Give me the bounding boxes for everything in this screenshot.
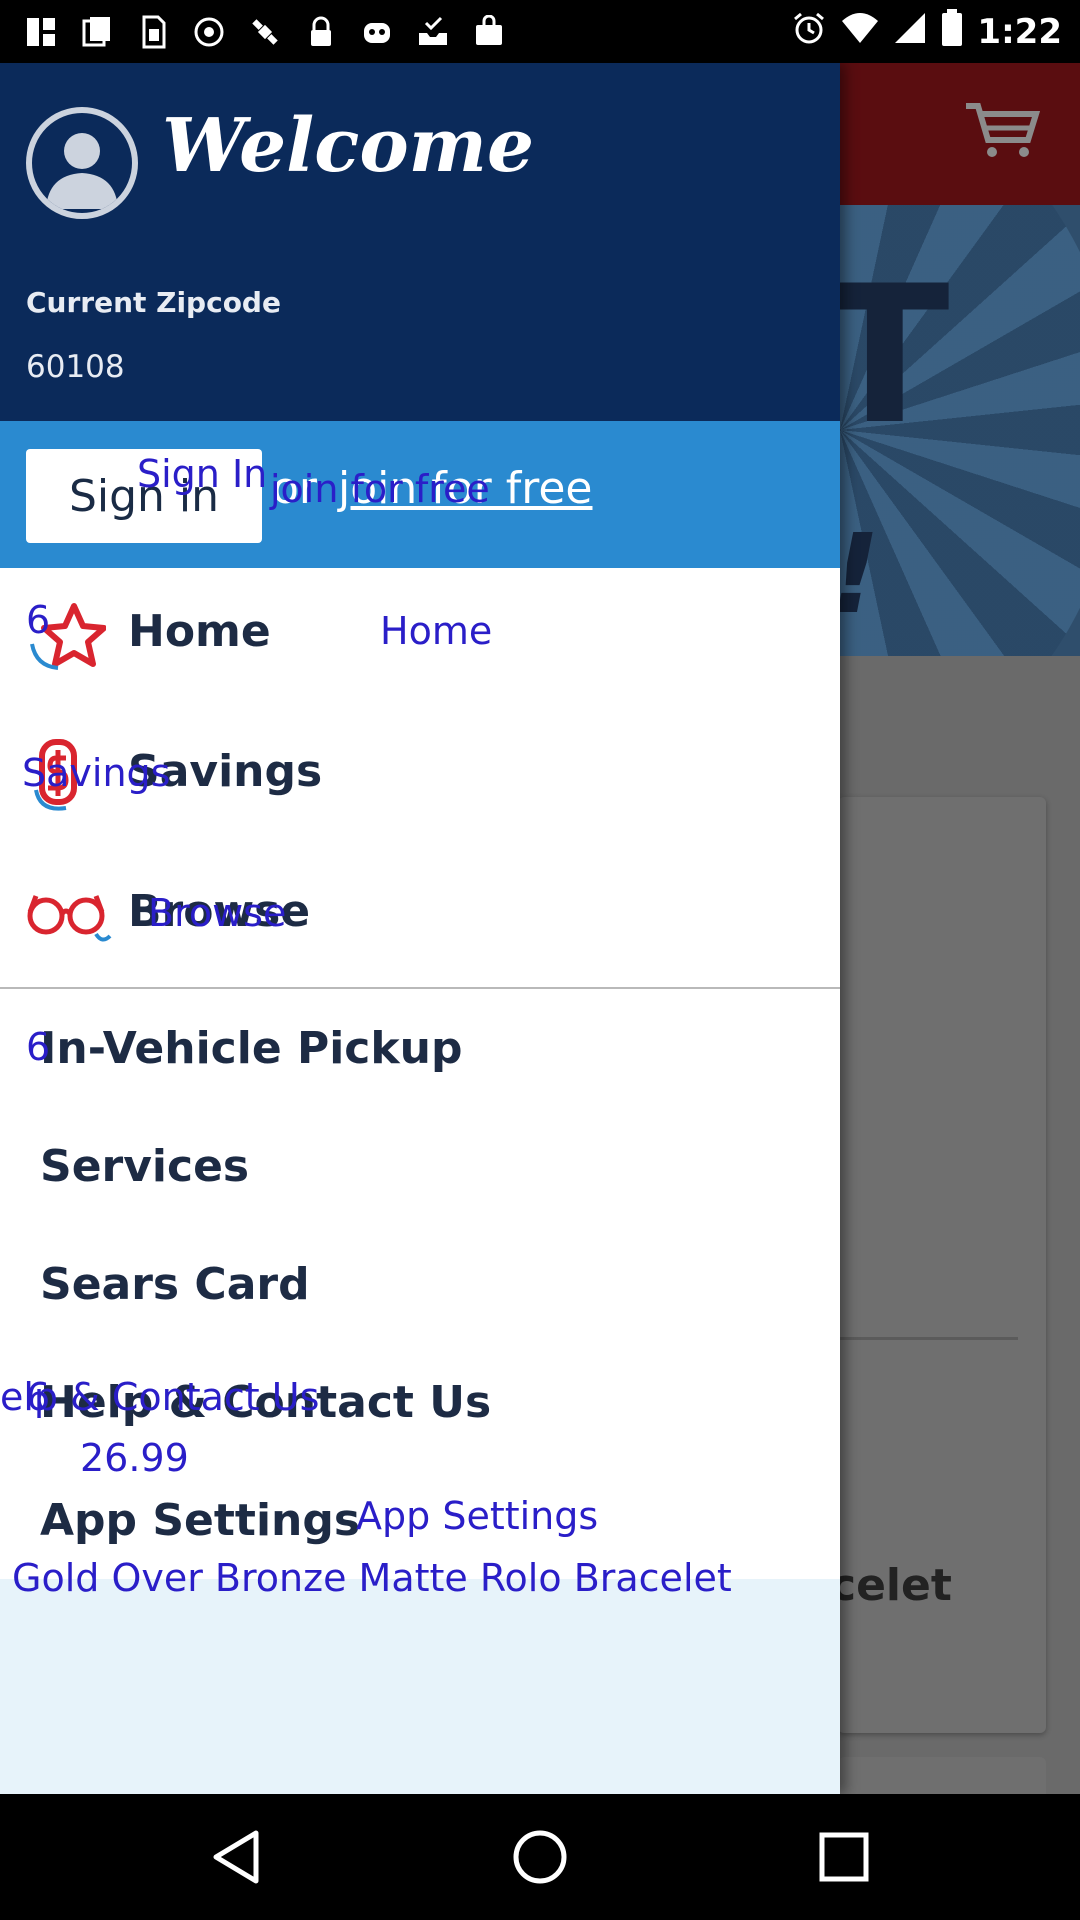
status-right: 1:22	[791, 8, 1062, 56]
satellite-icon	[246, 13, 284, 51]
background-product-title: celet	[830, 1560, 952, 1611]
shopping-bag-icon	[470, 13, 508, 51]
glasses-icon	[26, 876, 112, 956]
overlay-price: 26.99	[80, 1436, 189, 1480]
menu-item-services[interactable]: Services	[40, 1141, 249, 1192]
card-divider	[838, 1337, 1018, 1340]
overlay-home: Home	[380, 609, 493, 653]
nav-item-browse[interactable]: Browse	[0, 848, 840, 988]
cards-icon	[78, 13, 116, 51]
zipcode-label: Current Zipcode	[26, 286, 281, 319]
sim-icon	[134, 13, 172, 51]
battery-icon	[941, 8, 963, 56]
drawer-header: Welcome Current Zipcode 60108	[0, 63, 840, 421]
menu-item-in-vehicle-pickup[interactable]: In-Vehicle Pickup	[40, 1023, 462, 1074]
overlay-browse: Browse	[148, 891, 287, 935]
overlay-app-settings: App Settings	[356, 1494, 599, 1538]
home-button[interactable]	[480, 1794, 600, 1920]
signal-icon	[893, 11, 927, 54]
welcome-title: Welcome	[162, 103, 535, 189]
menu-item-app-settings[interactable]: App Settings	[40, 1495, 360, 1546]
overlay-join: join for free	[270, 467, 490, 511]
clock: 1:22	[977, 12, 1062, 52]
cart-icon[interactable]	[964, 100, 1041, 160]
system-nav-bar	[0, 1794, 1080, 1920]
overlay-home-num: 6	[26, 598, 51, 642]
overlay-pickup-num: 6	[26, 1025, 51, 1069]
avatar-icon[interactable]	[26, 107, 138, 219]
menu-item-sears-card[interactable]: Sears Card	[40, 1259, 310, 1310]
status-bar: 1:22	[0, 0, 1080, 63]
zipcode-value[interactable]: 60108	[26, 349, 125, 385]
overlay-product-title: Gold Over Bronze Matte Rolo Bracelet	[12, 1556, 732, 1600]
wifi-icon	[841, 11, 879, 54]
block-icon	[190, 13, 228, 51]
back-button[interactable]	[176, 1794, 296, 1920]
drawer-footer-band	[0, 1579, 840, 1794]
overlay-savings: Savings	[22, 751, 171, 795]
app-icon	[22, 13, 60, 51]
overlay-sign-in: Sign In	[137, 452, 268, 496]
overlay-help-num: 6	[26, 1375, 51, 1419]
nav-label-home: Home	[128, 606, 271, 657]
recents-button[interactable]	[784, 1794, 904, 1920]
inbox-check-icon	[414, 13, 452, 51]
lock-icon	[302, 13, 340, 51]
bot-icon	[358, 13, 396, 51]
alarm-icon	[791, 10, 827, 55]
drawer-divider	[0, 987, 840, 989]
status-left-icons	[22, 12, 508, 52]
